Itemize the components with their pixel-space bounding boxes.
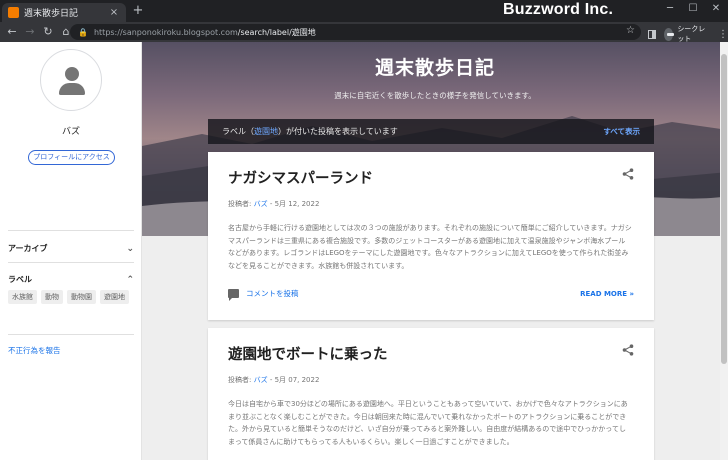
labels-section-header[interactable]: ラベル ⌃ (8, 274, 134, 285)
star-icon[interactable]: ☆ (626, 25, 635, 36)
avatar-icon[interactable] (40, 49, 102, 111)
post-comment-link[interactable]: コメントを投稿 (228, 288, 299, 301)
branding-watermark: Buzzword Inc. (503, 1, 614, 18)
read-more-link[interactable]: READ MORE » (580, 290, 634, 298)
address-bar[interactable]: 🔒 https://sanponokiroku.blogspot.com/sea… (70, 24, 641, 40)
minimize-button[interactable]: ─ (660, 2, 680, 16)
post-card: ナガシマスパーランド 投稿者: バズ - 5月 12, 2022 名古屋から手軽… (208, 152, 654, 320)
label-filter-bar: ラベル（遊園地）が付いた投稿を表示しています すべて表示 (208, 119, 654, 144)
divider (8, 230, 134, 231)
label-filter-message: ラベル（遊園地）が付いた投稿を表示しています (222, 127, 398, 136)
blog-title[interactable]: 週末散歩日記 (142, 53, 728, 80)
maximize-button[interactable]: ☐ (683, 2, 703, 16)
label-chip-amusement-park[interactable]: 遊園地 (100, 290, 129, 304)
show-all-link[interactable]: すべて表示 (603, 126, 640, 137)
blogger-favicon-icon (8, 7, 19, 18)
profile-name: バズ (61, 127, 80, 137)
post-snippet: 今日は自宅から車で30分ほどの場所にある遊園地へ。平日ということもあって空いてい… (228, 400, 628, 446)
share-icon[interactable] (622, 344, 634, 356)
tab-strip: 週末散歩日記 × + Buzzword Inc. ─ ☐ ✕ (0, 0, 728, 22)
comment-icon (228, 289, 239, 301)
divider (8, 262, 134, 263)
new-tab-button[interactable]: + (130, 3, 146, 19)
post-title[interactable]: 遊園地でボートに乗った (228, 343, 388, 364)
post-author-link[interactable]: バズ (254, 376, 268, 384)
labels-heading: ラベル (8, 275, 32, 284)
post-date[interactable]: - 5月 12, 2022 (268, 200, 320, 208)
blog-description: 週末に自宅近くを散歩したときの様子を発信していきます。 (334, 91, 536, 100)
close-window-button[interactable]: ✕ (706, 2, 726, 16)
post-title[interactable]: ナガシマスパーランド (228, 167, 373, 188)
incognito-icon[interactable] (664, 27, 675, 41)
reload-icon[interactable]: ↻ (39, 23, 57, 41)
scrollbar-thumb[interactable] (721, 54, 727, 364)
report-abuse-link[interactable]: 不正行為を報告 (8, 345, 61, 356)
tab-title: 週末散歩日記 (24, 9, 79, 19)
page-scrollbar[interactable] (720, 42, 728, 460)
label-chip-zoo[interactable]: 動物園 (67, 290, 96, 304)
page-viewport: 週末散歩日記 週末に自宅近くを散歩したときの様子を発信していきます。 バズ プロ… (0, 42, 728, 460)
lock-icon: 🔒 (78, 27, 88, 37)
post-meta: 投稿者: バズ - 5月 07, 2022 (228, 376, 320, 384)
chevron-down-icon[interactable]: ⌄ (126, 244, 134, 254)
browser-tab[interactable]: 週末散歩日記 × (2, 3, 126, 22)
post-card: 遊園地でボートに乗った 投稿者: バズ - 5月 07, 2022 今日は自宅か… (208, 328, 654, 460)
chevron-up-icon[interactable]: ⌃ (126, 275, 134, 285)
label-list: 水族館 動物 動物園 遊園地 (8, 290, 138, 304)
archive-heading: アーカイブ (8, 244, 48, 253)
divider (8, 334, 134, 335)
forward-arrow-icon[interactable]: → (21, 23, 39, 41)
tab-close-icon[interactable]: × (108, 7, 120, 18)
post-snippet: 名古屋から手軽に行ける遊園地としては次の３つの施設があります。それぞれの施設につ… (228, 224, 632, 270)
label-chip-animals[interactable]: 動物 (41, 290, 63, 304)
post-author-link[interactable]: バズ (254, 200, 268, 208)
post-meta: 投稿者: バズ - 5月 12, 2022 (228, 200, 320, 208)
incognito-label[interactable]: シークレット (677, 24, 706, 44)
kebab-menu-icon[interactable]: ⋮ (718, 29, 728, 40)
back-arrow-icon[interactable]: ← (3, 23, 21, 41)
visit-profile-button[interactable]: プロフィールにアクセス (28, 150, 115, 165)
url-text: https://sanponokiroku.blogspot.com/searc… (93, 27, 316, 37)
side-panel-icon[interactable] (648, 29, 657, 39)
browser-toolbar: ← → ↻ ⌂ 🔒 https://sanponokiroku.blogspot… (0, 22, 728, 44)
sidebar: バズ プロフィールにアクセス アーカイブ ⌄ ラベル ⌃ 水族館 動物 動物園 … (0, 42, 142, 460)
label-chip-aquarium[interactable]: 水族館 (8, 290, 37, 304)
label-filter-link[interactable]: 遊園地 (254, 127, 278, 136)
post-date[interactable]: - 5月 07, 2022 (268, 376, 320, 384)
archive-section-header[interactable]: アーカイブ ⌄ (8, 243, 134, 254)
share-icon[interactable] (622, 168, 634, 180)
